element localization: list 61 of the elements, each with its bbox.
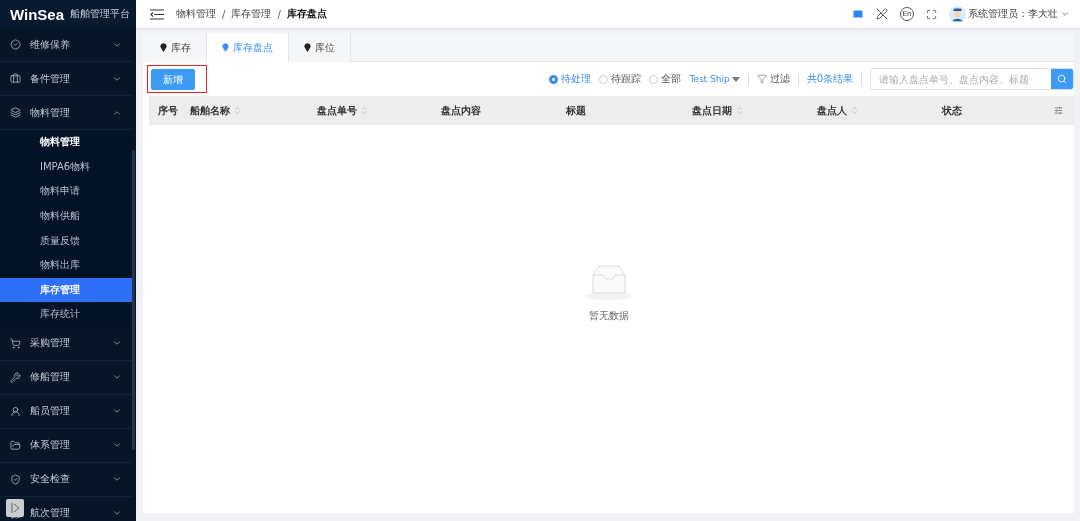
breadcrumb-separator: /: [222, 8, 226, 20]
tab[interactable]: 库位: [289, 33, 351, 62]
pin-icon: [304, 43, 311, 52]
breadcrumb-item[interactable]: 库存管理: [231, 7, 272, 21]
sidebar-item[interactable]: 库存管理: [0, 277, 132, 303]
menu-icon[interactable]: [150, 8, 164, 20]
column-header: 标题: [566, 103, 586, 118]
tab[interactable]: 库存: [145, 33, 207, 62]
search-button[interactable]: [1051, 69, 1073, 89]
settings-icon[interactable]: [1054, 106, 1063, 115]
column-header: 盘点人: [817, 103, 847, 118]
shield-icon: [10, 473, 21, 485]
column-header: 状态: [942, 103, 962, 118]
radio-dot[interactable]: [549, 74, 559, 84]
search-field[interactable]: 请输入盘点单号、盘点内容、标题: [870, 68, 1074, 90]
logo-subtitle: 船舶管理平台: [70, 7, 131, 21]
pin-icon: [222, 43, 229, 52]
fullscreen-icon[interactable]: [926, 8, 937, 20]
radio-dot[interactable]: [649, 74, 659, 84]
avatar-icon[interactable]: [949, 5, 966, 23]
column-header: 船舶名称: [190, 103, 230, 118]
tab[interactable]: 库存盘点: [207, 33, 289, 62]
sort-icon[interactable]: [850, 106, 859, 115]
column-header: 盘点内容: [441, 103, 481, 118]
radio-dot[interactable]: [599, 74, 609, 84]
breadcrumb-item: 库存盘点: [286, 7, 327, 21]
status-radio[interactable]: 全部: [649, 72, 682, 86]
wrench-icon: [10, 371, 21, 383]
sort-icon[interactable]: [735, 106, 744, 115]
empty-box-icon: [583, 265, 634, 301]
status-radio[interactable]: 待处理: [549, 72, 592, 86]
badge-check-icon: [10, 39, 21, 50]
logo: WinSea: [10, 5, 65, 23]
sort-icon[interactable]: [360, 106, 369, 115]
chevron-icon[interactable]: [1060, 9, 1070, 19]
filter-icon: [756, 74, 767, 84]
status-radio[interactable]: 待跟踪: [599, 72, 642, 86]
collapse-button[interactable]: [6, 499, 24, 517]
column-header: 盘点日期: [692, 103, 732, 118]
breadcrumb-separator: /: [277, 8, 281, 20]
briefcase-icon: [10, 73, 21, 84]
column-header: 盘点单号: [317, 103, 357, 118]
user-name[interactable]: 系统管理员：李大壮: [968, 7, 1058, 21]
scrollbar-thumb[interactable]: [132, 150, 135, 450]
caret-icon: [731, 76, 740, 82]
folder-icon: [10, 439, 21, 451]
column-header: 序号: [158, 103, 178, 118]
pin-icon: [160, 43, 167, 52]
breadcrumb-item[interactable]: 物料管理: [176, 7, 216, 21]
sort-icon[interactable]: [233, 106, 242, 115]
filter-button[interactable]: 过滤: [756, 72, 790, 86]
user-icon: [10, 405, 21, 417]
ship-select[interactable]: Test Ship: [689, 74, 740, 84]
search-icon: [1057, 74, 1067, 84]
collapse-icon: [10, 502, 20, 514]
pen-off-icon[interactable]: [876, 8, 888, 20]
empty-text: 暂无数据: [588, 309, 629, 323]
cart-icon: [10, 337, 21, 349]
result-count: 共0条结果: [806, 72, 853, 86]
layers-icon: [10, 107, 21, 118]
mail-icon[interactable]: [852, 8, 864, 20]
